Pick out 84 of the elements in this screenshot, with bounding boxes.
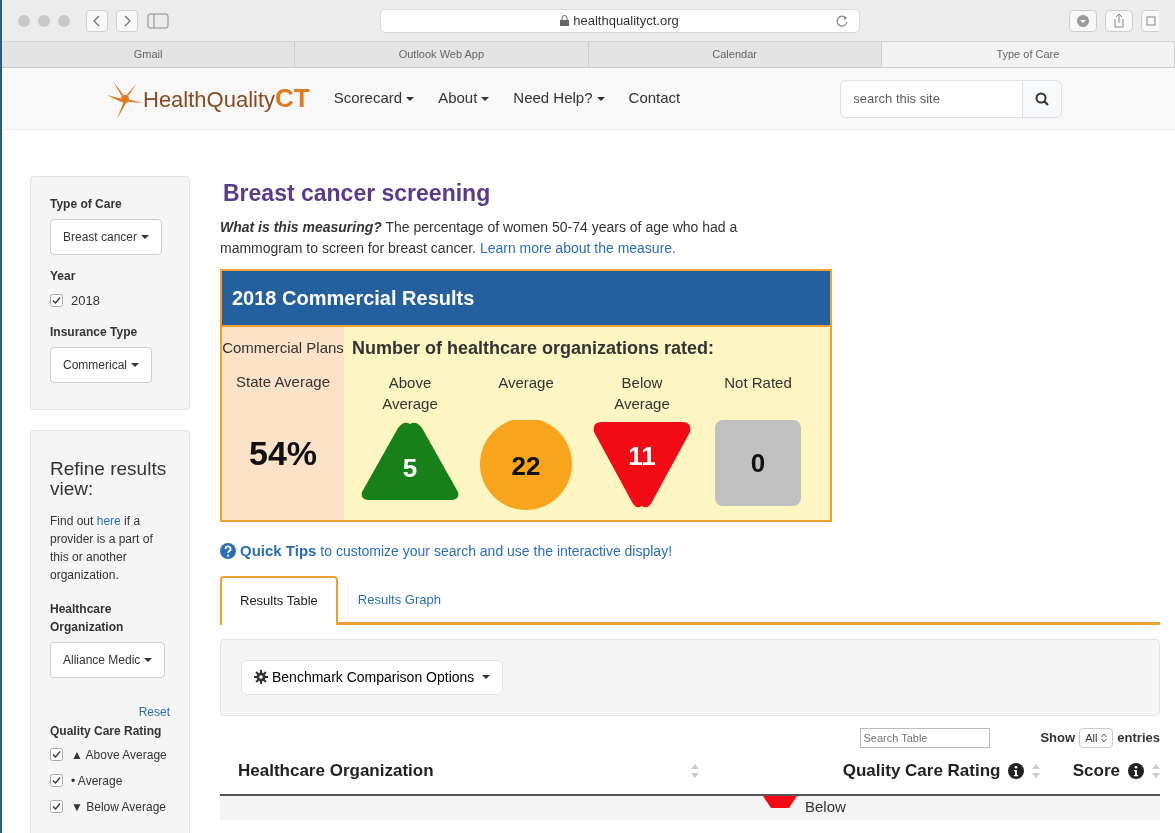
- rating-count: 11: [628, 439, 656, 472]
- site-logo[interactable]: HealthQualityCT: [143, 79, 310, 118]
- chevron-right-icon: [123, 14, 131, 27]
- help-icon: [220, 542, 236, 559]
- lock-icon: [560, 15, 570, 26]
- bookmark-tab[interactable]: Calendar: [588, 42, 882, 67]
- search-icon: [1035, 92, 1050, 107]
- dropdown-button[interactable]: Breast cancer: [50, 219, 163, 255]
- results-tab[interactable]: Results Graph: [337, 576, 461, 622]
- forward-button[interactable]: [116, 9, 138, 32]
- bookmark-tab[interactable]: Gmail: [2, 42, 296, 67]
- filter-label: Insurance Type: [50, 323, 139, 341]
- window-control-dot: [38, 14, 50, 27]
- nav-link[interactable]: Scorecard: [333, 87, 415, 110]
- dropdown-button[interactable]: Alliance Medic: [50, 642, 166, 679]
- search-field[interactable]: search this site: [840, 79, 1024, 118]
- info-text: Find out here if a provider is a part of this or another organization.: [50, 513, 154, 585]
- checkbox[interactable]: [50, 748, 63, 762]
- checkbox[interactable]: [50, 774, 63, 788]
- sort-icon[interactable]: [1032, 763, 1041, 778]
- chevron-left-icon: [93, 14, 101, 27]
- rating-triangle-down-icon: [763, 795, 797, 808]
- checkbox-label: ▼ Below Average: [71, 798, 167, 816]
- entries-select[interactable]: All: [1079, 727, 1114, 748]
- back-button[interactable]: [86, 9, 108, 32]
- nav-link[interactable]: Need Help?: [513, 87, 605, 110]
- search-button[interactable]: [1022, 79, 1063, 118]
- download-icon[interactable]: [1069, 9, 1097, 32]
- state-average-value: 54%: [248, 432, 318, 474]
- share-icon[interactable]: [1105, 9, 1133, 32]
- column-header[interactable]: Healthcare Organization: [238, 758, 434, 784]
- dropdown-button[interactable]: Commerical: [50, 346, 152, 383]
- bookmark-tab[interactable]: Type of Care: [881, 42, 1175, 67]
- show-label: Show: [1040, 729, 1076, 747]
- quick-tips-link[interactable]: Quick Tips to customize your search and use the interactive display!: [240, 539, 673, 562]
- results-tab[interactable]: Results Table: [220, 576, 338, 625]
- rating-category-label: Average: [497, 372, 555, 393]
- here-link[interactable]: here: [96, 514, 121, 529]
- page-title: Breast cancer screening: [223, 179, 492, 208]
- checkbox-label: ▲ Above Average: [71, 746, 167, 764]
- checkbox[interactable]: [50, 800, 63, 814]
- checkbox[interactable]: [50, 294, 63, 308]
- sort-icon[interactable]: [691, 763, 699, 778]
- filter-label: Type of Care: [50, 196, 123, 213]
- sidebar-icon[interactable]: [146, 11, 170, 30]
- filter-label: Quality Care Rating: [50, 722, 163, 740]
- plans-label: Commercial Plans: [222, 337, 344, 358]
- filter-label: Healthcare Organization: [50, 601, 125, 637]
- panel-title: Refine results view:: [50, 458, 168, 501]
- rating-count: 22: [511, 449, 541, 482]
- benchmark-options-button[interactable]: Benchmark Comparison Options: [241, 659, 504, 695]
- rating-count: 5: [402, 451, 418, 484]
- window-control-dot: [18, 14, 30, 27]
- table-search-field[interactable]: Search Table: [860, 727, 991, 748]
- rating-category-label: Below Average: [613, 372, 671, 415]
- rating-count: 0: [750, 446, 766, 479]
- info-icon[interactable]: [1128, 762, 1144, 779]
- filter-label: Year: [50, 268, 77, 285]
- info-icon[interactable]: [1008, 762, 1025, 779]
- counts-heading: Number of healthcare organizations rated:: [352, 336, 716, 360]
- state-average-label: State Average: [236, 372, 330, 392]
- measure-description: What is this measuring? The percentage of women 50-74 years of age who had a mammogram to screen for breast cancer. Learn more about the measure.: [220, 217, 739, 258]
- checkbox-label: 2018: [71, 292, 100, 310]
- nav-link[interactable]: About: [438, 87, 490, 110]
- column-header[interactable]: Score: [1072, 758, 1120, 784]
- results-title: 2018 Commercial Results: [222, 270, 830, 327]
- updown-icon: [1101, 732, 1108, 743]
- rating-text: Below: [805, 796, 846, 817]
- reset-link[interactable]: Reset: [138, 705, 170, 720]
- window-control-dot: [58, 14, 70, 27]
- column-header[interactable]: Quality Care Rating: [842, 758, 1001, 784]
- checkbox-label: • Average: [71, 772, 123, 790]
- bookmark-tab[interactable]: Outlook Web App: [295, 42, 589, 67]
- address-bar[interactable]: healthqualityct.org: [379, 8, 860, 33]
- tabs-icon[interactable]: [1141, 9, 1159, 32]
- rating-category-label: Above Average: [381, 372, 439, 415]
- reload-icon[interactable]: [834, 13, 849, 28]
- address-text: healthqualityct.org: [573, 11, 679, 30]
- rating-category-label: Not Rated: [723, 372, 793, 393]
- learn-more-link[interactable]: Learn more about the measure.: [479, 239, 676, 256]
- sort-icon[interactable]: [1152, 763, 1160, 778]
- entries-label: entries: [1117, 729, 1160, 747]
- gear-icon: [254, 670, 268, 684]
- nav-link[interactable]: Contact: [628, 87, 681, 110]
